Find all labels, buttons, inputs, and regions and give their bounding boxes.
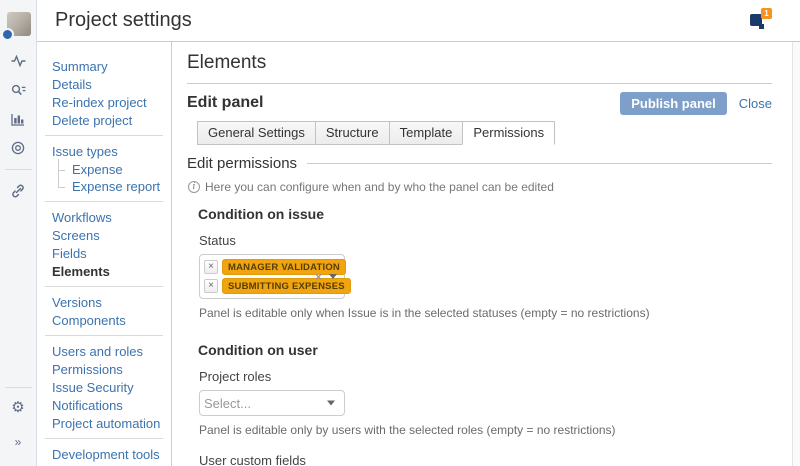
project-settings-sidebar: Summary Details Re-index project Delete …: [37, 42, 172, 466]
chevron-down-icon[interactable]: [329, 274, 337, 279]
close-link[interactable]: Close: [739, 96, 772, 111]
sidebar-item-versions[interactable]: Versions: [52, 294, 163, 311]
sidebar-item-project-automation[interactable]: Project automation: [52, 415, 163, 432]
info-text: Here you can configure when and by who t…: [205, 180, 554, 194]
tree-connector-icon: [58, 178, 66, 195]
remove-tag-icon[interactable]: ×: [204, 279, 218, 293]
publish-panel-button[interactable]: Publish panel: [620, 92, 727, 115]
tab-permissions[interactable]: Permissions: [462, 121, 555, 145]
sidebar-divider: [45, 201, 163, 202]
sidebar-item-users-and-roles[interactable]: Users and roles: [52, 343, 163, 360]
sidebar-item-issue-types[interactable]: Issue types: [52, 143, 163, 160]
sidebar-item-workflows[interactable]: Workflows: [52, 209, 163, 226]
project-roles-helper-text: Panel is editable only by users with the…: [199, 423, 772, 437]
edit-permissions-heading-row: Edit permissions: [187, 155, 772, 172]
app-window: ⚙ » Project settings 1 Summary Details R…: [0, 0, 800, 466]
page-header-title: Project settings: [55, 9, 192, 32]
select-controls: ×: [315, 272, 337, 282]
remove-tag-icon[interactable]: ×: [204, 260, 218, 274]
sidebar-item-delete-project[interactable]: Delete project: [52, 112, 163, 129]
addon-icon-shape-small: [759, 24, 764, 29]
addon-notification-icon[interactable]: 1: [750, 8, 772, 30]
status-field-block: Status × MANAGER VALIDATION × SUBMITTING…: [199, 233, 772, 320]
project-type-badge: [1, 28, 14, 41]
user-custom-fields-block: User custom fields × Assignee × Panel is…: [199, 453, 772, 466]
sidebar-item-permissions[interactable]: Permissions: [52, 361, 163, 378]
sidebar-item-expense-report[interactable]: Expense report: [72, 178, 160, 194]
body-row: Summary Details Re-index project Delete …: [37, 42, 800, 466]
info-icon: i: [188, 181, 200, 193]
addon-count-badge: 1: [761, 8, 772, 19]
heading-rule: [307, 163, 772, 164]
sidebar-divider: [45, 135, 163, 136]
activity-icon[interactable]: [6, 50, 30, 72]
elements-page-title: Elements: [187, 52, 772, 74]
status-tag-row: × SUBMITTING EXPENSES: [204, 278, 310, 294]
sidebar-subitem-row: Expense: [52, 161, 163, 178]
tab-template[interactable]: Template: [389, 121, 464, 145]
select-controls: [327, 401, 335, 406]
sidebar-item-screens[interactable]: Screens: [52, 227, 163, 244]
chevron-down-icon[interactable]: [327, 401, 335, 406]
sidebar-item-components[interactable]: Components: [52, 312, 163, 329]
panel-tabs: General Settings Structure Template Perm…: [197, 121, 772, 145]
content-area: Elements Edit panel Publish panel Close …: [172, 42, 792, 466]
condition-on-issue-heading: Condition on issue: [198, 206, 772, 222]
clear-select-icon[interactable]: ×: [315, 272, 322, 282]
rail-divider: [5, 169, 32, 170]
user-custom-fields-label: User custom fields: [199, 453, 772, 466]
rail-divider: [5, 387, 32, 388]
scrollbar-track[interactable]: [792, 42, 800, 466]
panel-actions: Publish panel Close: [620, 92, 772, 115]
reports-icon[interactable]: [6, 108, 30, 130]
tree-connector-icon: [58, 161, 66, 178]
search-issues-icon[interactable]: [6, 79, 30, 101]
status-label: Status: [199, 233, 772, 248]
main-column: Project settings 1 Summary Details Re-in…: [37, 0, 800, 466]
sidebar-divider: [45, 438, 163, 439]
edit-panel-header: Edit panel Publish panel Close: [187, 94, 772, 112]
sidebar-item-expense[interactable]: Expense: [72, 161, 123, 177]
sidebar-divider: [45, 335, 163, 336]
project-roles-placeholder: Select...: [204, 396, 251, 411]
shortcuts-link-icon[interactable]: [6, 180, 30, 202]
status-select[interactable]: × MANAGER VALIDATION × SUBMITTING EXPENS…: [199, 254, 345, 299]
sidebar-item-notifications[interactable]: Notifications: [52, 397, 163, 414]
edit-permissions-heading: Edit permissions: [187, 155, 297, 172]
condition-on-user-heading: Condition on user: [198, 342, 772, 358]
settings-gear-icon[interactable]: ⚙: [6, 396, 30, 418]
tab-general-settings[interactable]: General Settings: [197, 121, 316, 145]
sidebar-divider: [45, 286, 163, 287]
sidebar-item-issue-security[interactable]: Issue Security: [52, 379, 163, 396]
rail-bottom: ⚙ »: [0, 384, 36, 460]
sidebar-item-elements[interactable]: Elements: [52, 263, 163, 280]
sidebar-item-development-tools[interactable]: Development tools: [52, 446, 163, 463]
sidebar-item-details[interactable]: Details: [52, 76, 163, 93]
page-header: Project settings 1: [37, 0, 800, 42]
project-roles-select[interactable]: Select...: [199, 390, 345, 416]
releases-icon[interactable]: [6, 137, 30, 159]
edit-panel-title: Edit panel: [187, 94, 263, 111]
project-avatar[interactable]: [5, 12, 31, 38]
sidebar-item-fields[interactable]: Fields: [52, 245, 163, 262]
status-tag-row: × MANAGER VALIDATION: [204, 259, 310, 275]
sidebar-item-reindex-project[interactable]: Re-index project: [52, 94, 163, 111]
info-row: i Here you can configure when and by who…: [188, 180, 772, 194]
title-divider: [187, 83, 772, 84]
project-roles-field-block: Project roles Select... Panel is editabl…: [199, 369, 772, 437]
sidebar-item-summary[interactable]: Summary: [52, 58, 163, 75]
app-icon-rail: ⚙ »: [0, 0, 37, 466]
tab-structure[interactable]: Structure: [315, 121, 390, 145]
sidebar-subitem-row: Expense report: [52, 178, 163, 195]
project-roles-label: Project roles: [199, 369, 772, 384]
expand-sidebar-icon[interactable]: »: [6, 431, 30, 453]
status-helper-text: Panel is editable only when Issue is in …: [199, 306, 772, 320]
